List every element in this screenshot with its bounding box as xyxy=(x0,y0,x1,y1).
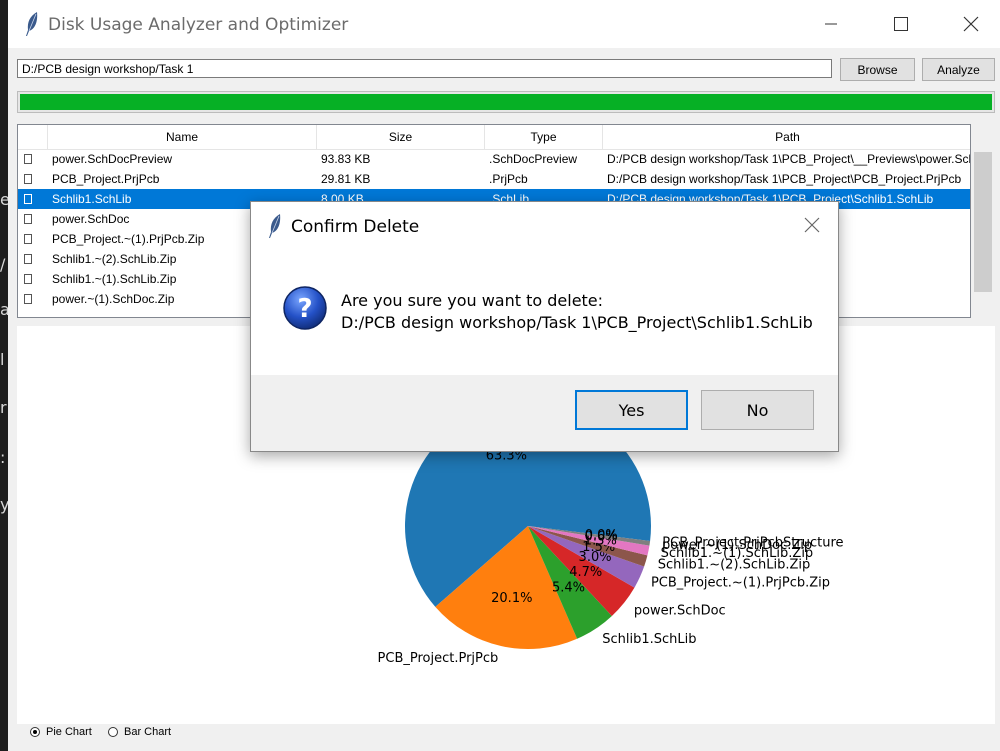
title-bar[interactable]: Disk Usage Analyzer and Optimizer xyxy=(8,0,1000,48)
yes-button[interactable]: Yes xyxy=(575,390,688,430)
bg-glyph: l xyxy=(0,350,5,369)
pie-percent-label: 4.7% xyxy=(569,565,602,580)
file-icon xyxy=(24,154,32,164)
cell-name: PCB_Project.PrjPcb xyxy=(52,172,160,186)
minimize-icon xyxy=(825,23,837,25)
analyze-button[interactable]: Analyze xyxy=(922,58,995,81)
pie-percent-label: 20.1% xyxy=(491,591,532,606)
table-header: Name Size Type Path xyxy=(18,125,970,150)
progress-bar xyxy=(17,91,995,113)
column-header-name[interactable]: Name xyxy=(48,125,317,149)
cell-name: power.SchDocPreview xyxy=(52,152,173,166)
file-icon xyxy=(24,294,32,304)
column-header-size[interactable]: Size xyxy=(317,125,485,149)
maximize-button[interactable] xyxy=(878,0,924,48)
svg-text:?: ? xyxy=(297,294,312,324)
pie-name-label: Schlib1.SchLib xyxy=(602,632,696,647)
pie-name-label: PCB_Project.PrjPcbStructure xyxy=(662,535,843,550)
file-icon xyxy=(24,274,32,284)
dialog-message: Are you sure you want to delete: D:/PCB … xyxy=(341,290,813,334)
bg-glyph: / xyxy=(0,255,6,274)
dialog-close-icon[interactable] xyxy=(803,216,821,234)
pie-chart-radio-label[interactable]: Pie Chart xyxy=(46,726,92,738)
bg-glyph: : xyxy=(0,448,6,467)
cell-size: 93.83 KB xyxy=(321,152,371,166)
bg-glyph: r xyxy=(0,398,7,417)
close-icon xyxy=(963,16,979,32)
table-row[interactable]: PCB_Project.PrjPcb 29.81 KB .PrjPcb D:/PCB … xyxy=(18,169,970,189)
pie-percent-label: 0.0% xyxy=(585,528,618,543)
file-icon xyxy=(24,174,32,184)
cell-type: .SchDocPreview xyxy=(489,152,578,166)
question-icon: ? xyxy=(283,286,327,330)
bar-chart-radio-label[interactable]: Bar Chart xyxy=(124,726,171,738)
table-scrollbar-thumb[interactable] xyxy=(974,152,992,292)
window-title: Disk Usage Analyzer and Optimizer xyxy=(48,15,349,35)
confirm-delete-dialog: Confirm Delete ? Are you sure you want t… xyxy=(250,201,839,452)
browse-button[interactable]: Browse xyxy=(840,58,915,81)
pie-name-label: power.SchDoc xyxy=(634,603,726,618)
file-icon xyxy=(24,234,32,244)
dialog-title: Confirm Delete xyxy=(291,217,420,237)
pie-chart-radio[interactable] xyxy=(30,727,40,737)
file-icon xyxy=(24,214,32,224)
column-header-path[interactable]: Path xyxy=(603,125,970,149)
bar-chart-radio[interactable] xyxy=(108,727,118,737)
no-button[interactable]: No xyxy=(701,390,814,430)
minimize-button[interactable] xyxy=(808,0,854,48)
feather-icon xyxy=(269,214,281,238)
cell-path: D:/PCB design workshop/Task 1\PCB_Projec… xyxy=(607,172,962,186)
chart-type-selector: Pie Chart Bar Chart xyxy=(17,724,995,751)
dialog-button-bar: Yes No xyxy=(251,375,838,451)
file-icon xyxy=(24,194,32,204)
dialog-message-line1: Are you sure you want to delete: xyxy=(341,291,604,310)
file-icon xyxy=(24,254,32,264)
dialog-message-line2: D:/PCB design workshop/Task 1\PCB_Projec… xyxy=(341,313,813,332)
pie-percent-label: 5.4% xyxy=(552,581,585,596)
pie-name-label: PCB_Project.~(1).PrjPcb.Zip xyxy=(651,575,830,590)
progress-fill xyxy=(20,94,992,110)
cell-path: D:/PCB design workshop/Task 1\PCB_Projec… xyxy=(607,152,970,166)
table-row[interactable]: power.SchDocPreview 93.83 KB .SchDocPrevie… xyxy=(18,149,970,169)
close-button[interactable] xyxy=(948,0,994,48)
maximize-icon xyxy=(894,17,908,31)
column-header-icon xyxy=(18,125,48,149)
column-header-type[interactable]: Type xyxy=(485,125,603,149)
cell-size: 29.81 KB xyxy=(321,172,371,186)
cell-type: .PrjPcb xyxy=(489,172,528,186)
feather-icon xyxy=(26,12,38,36)
pie-name-label: PCB_Project.PrjPcb xyxy=(378,651,499,666)
path-input[interactable] xyxy=(17,59,832,78)
